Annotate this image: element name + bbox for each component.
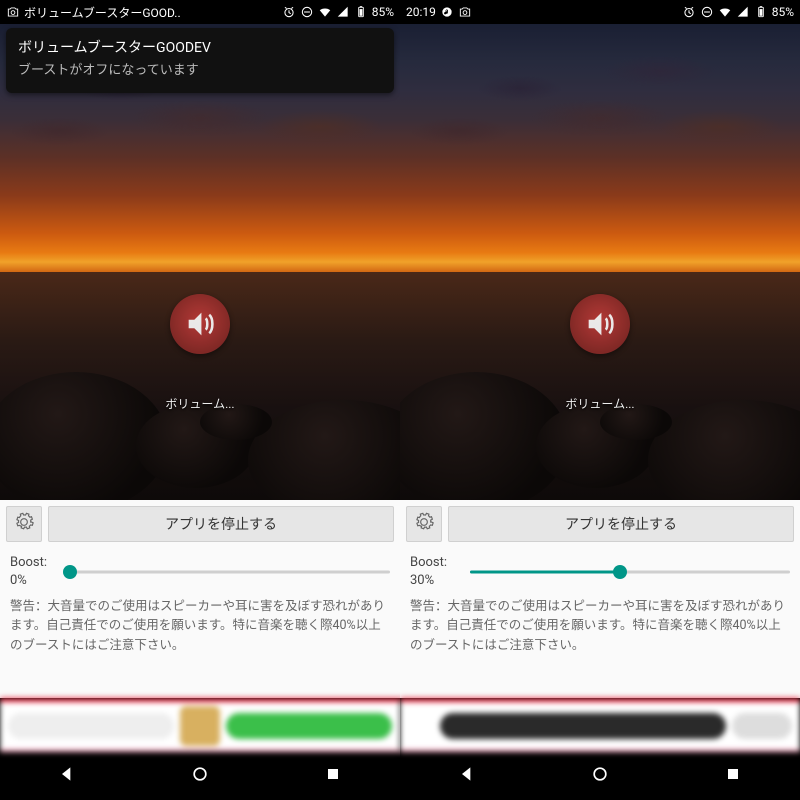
notification-toast[interactable]: ボリュームブースターGOODEV ブーストがオフになっています — [6, 28, 394, 93]
boost-slider-thumb[interactable] — [63, 565, 77, 579]
stop-app-button[interactable]: アプリを停止する — [448, 506, 794, 542]
battery-icon — [354, 5, 368, 19]
signal-icon — [736, 5, 750, 19]
camera-icon — [6, 5, 20, 19]
battery-text: 85% — [772, 5, 794, 19]
dnd-icon — [700, 5, 714, 19]
nav-home-button[interactable] — [170, 758, 230, 794]
booster-panel: アプリを停止する Boost: 30% 警告：大音量でのご使用はスピーカーや耳に… — [400, 500, 800, 698]
signal-icon — [336, 5, 350, 19]
battery-icon — [754, 5, 768, 19]
notification-title: ボリュームブースターGOODEV — [18, 38, 382, 59]
boost-slider[interactable] — [470, 560, 790, 584]
notification-body: ブーストがオフになっています — [18, 61, 382, 81]
camera-icon — [458, 5, 472, 19]
warning-text: 警告：大音量でのご使用はスピーカーや耳に害を及ぼす恐れがあります。自己責任でのご… — [0, 593, 400, 663]
phone-right: 20:19 85% — [400, 0, 800, 800]
boost-label: Boost: — [10, 554, 60, 572]
warning-text: 警告：大音量でのご使用はスピーカーや耳に害を及ぼす恐れがあります。自己責任でのご… — [400, 593, 800, 663]
nav-bar — [400, 752, 800, 800]
boost-value: 0% — [10, 572, 60, 590]
boost-value: 30% — [410, 572, 460, 590]
dnd-icon — [300, 5, 314, 19]
nav-back-button[interactable] — [437, 758, 497, 794]
home-wallpaper[interactable]: ボリューム... — [400, 24, 800, 500]
app-icon-label: ボリューム... — [565, 395, 634, 412]
nav-home-button[interactable] — [570, 758, 630, 794]
ad-banner[interactable] — [400, 698, 800, 752]
app-volume-booster-icon[interactable] — [570, 294, 630, 354]
wifi-icon — [318, 5, 332, 19]
status-bar: 20:19 85% — [400, 0, 800, 24]
gear-icon — [14, 512, 34, 536]
alarm-icon — [282, 5, 296, 19]
gear-icon — [414, 512, 434, 536]
app-icon-label: ボリューム... — [165, 395, 234, 412]
app-volume-booster-icon[interactable] — [170, 294, 230, 354]
boost-slider-fill — [470, 570, 620, 573]
status-bar: ボリュームブースターGOOD.. 85% — [0, 0, 400, 24]
booster-panel: アプリを停止する Boost: 0% 警告：大音量でのご使用はスピーカーや耳に害… — [0, 500, 400, 698]
nav-back-button[interactable] — [37, 758, 97, 794]
home-icon — [590, 764, 610, 788]
settings-button[interactable] — [6, 506, 42, 542]
nav-recents-button[interactable] — [303, 758, 363, 794]
home-icon — [190, 764, 210, 788]
stop-app-label: アプリを停止する — [565, 514, 677, 534]
status-app-title: ボリュームブースターGOOD.. — [24, 4, 181, 21]
back-icon — [457, 764, 477, 788]
phone-left: ボリュームブースターGOOD.. 85% ボリュームブースターGOOD — [0, 0, 400, 800]
battery-text: 85% — [372, 5, 394, 19]
boost-label: Boost: — [410, 554, 460, 572]
nav-bar — [0, 752, 400, 800]
settings-button[interactable] — [406, 506, 442, 542]
wifi-icon — [718, 5, 732, 19]
status-clock: 20:19 — [406, 5, 436, 19]
home-wallpaper[interactable]: ボリュームブースターGOODEV ブーストがオフになっています ボリューム... — [0, 24, 400, 500]
boost-slider-thumb[interactable] — [613, 565, 627, 579]
recents-icon — [723, 764, 743, 788]
back-icon — [57, 764, 77, 788]
alarm-icon — [682, 5, 696, 19]
boost-slider[interactable] — [70, 560, 390, 584]
stop-app-label: アプリを停止する — [165, 514, 277, 534]
music-note-icon — [440, 5, 454, 19]
stop-app-button[interactable]: アプリを停止する — [48, 506, 394, 542]
recents-icon — [323, 764, 343, 788]
nav-recents-button[interactable] — [703, 758, 763, 794]
ad-banner[interactable] — [0, 698, 400, 752]
